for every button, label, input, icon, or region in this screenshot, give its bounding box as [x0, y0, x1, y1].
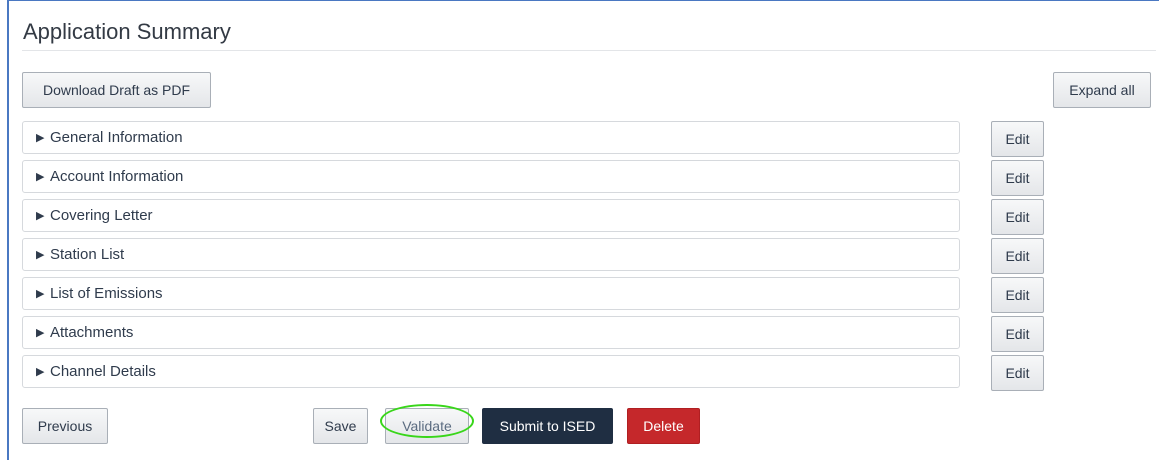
section-label: Channel Details [50, 363, 156, 380]
edit-covering-letter-button[interactable]: Edit [991, 199, 1044, 235]
previous-button[interactable]: Previous [22, 408, 108, 444]
page-title: Application Summary [23, 19, 231, 44]
section-header-general-information[interactable]: ▶ General Information [22, 121, 960, 154]
section-header-list-of-emissions[interactable]: ▶ List of Emissions [22, 277, 960, 310]
section-label: Account Information [50, 168, 184, 185]
section-header-account-information[interactable]: ▶ Account Information [22, 160, 960, 193]
title-divider [22, 50, 1156, 51]
edit-account-information-button[interactable]: Edit [991, 160, 1044, 196]
validate-button[interactable]: Validate [385, 408, 469, 444]
section-row-attachments: ▶ Attachments Edit [22, 316, 1044, 355]
section-row-account-information: ▶ Account Information Edit [22, 160, 1044, 199]
expand-all-button[interactable]: Expand all [1053, 72, 1151, 108]
edit-attachments-button[interactable]: Edit [991, 316, 1044, 352]
delete-button[interactable]: Delete [627, 408, 700, 444]
section-label: Station List [50, 246, 125, 263]
edit-general-information-button[interactable]: Edit [991, 121, 1044, 157]
caret-right-icon: ▶ [36, 249, 45, 261]
section-row-covering-letter: ▶ Covering Letter Edit [22, 199, 1044, 238]
save-button[interactable]: Save [313, 408, 368, 444]
section-header-attachments[interactable]: ▶ Attachments [22, 316, 960, 349]
section-label: Covering Letter [50, 207, 153, 224]
submit-to-ised-button[interactable]: Submit to ISED [482, 408, 613, 444]
caret-right-icon: ▶ [36, 288, 45, 300]
caret-right-icon: ▶ [36, 327, 45, 339]
section-header-station-list[interactable]: ▶ Station List [22, 238, 960, 271]
summary-accordion: ▶ General Information Edit ▶ Account Inf… [22, 121, 1044, 394]
section-row-channel-details: ▶ Channel Details Edit [22, 355, 1044, 394]
edit-channel-details-button[interactable]: Edit [991, 355, 1044, 391]
section-label: List of Emissions [50, 285, 163, 302]
caret-right-icon: ▶ [36, 132, 45, 144]
section-row-general-information: ▶ General Information Edit [22, 121, 1044, 160]
edit-station-list-button[interactable]: Edit [991, 238, 1044, 274]
download-draft-pdf-button[interactable]: Download Draft as PDF [22, 72, 211, 108]
section-header-channel-details[interactable]: ▶ Channel Details [22, 355, 960, 388]
section-row-station-list: ▶ Station List Edit [22, 238, 1044, 277]
caret-right-icon: ▶ [36, 171, 45, 183]
caret-right-icon: ▶ [36, 210, 45, 222]
caret-right-icon: ▶ [36, 366, 45, 378]
section-header-covering-letter[interactable]: ▶ Covering Letter [22, 199, 960, 232]
frame-top-border [7, 0, 1159, 1]
section-label: General Information [50, 129, 183, 146]
frame-left-border [7, 0, 9, 460]
edit-list-of-emissions-button[interactable]: Edit [991, 277, 1044, 313]
section-row-list-of-emissions: ▶ List of Emissions Edit [22, 277, 1044, 316]
section-label: Attachments [50, 324, 134, 341]
